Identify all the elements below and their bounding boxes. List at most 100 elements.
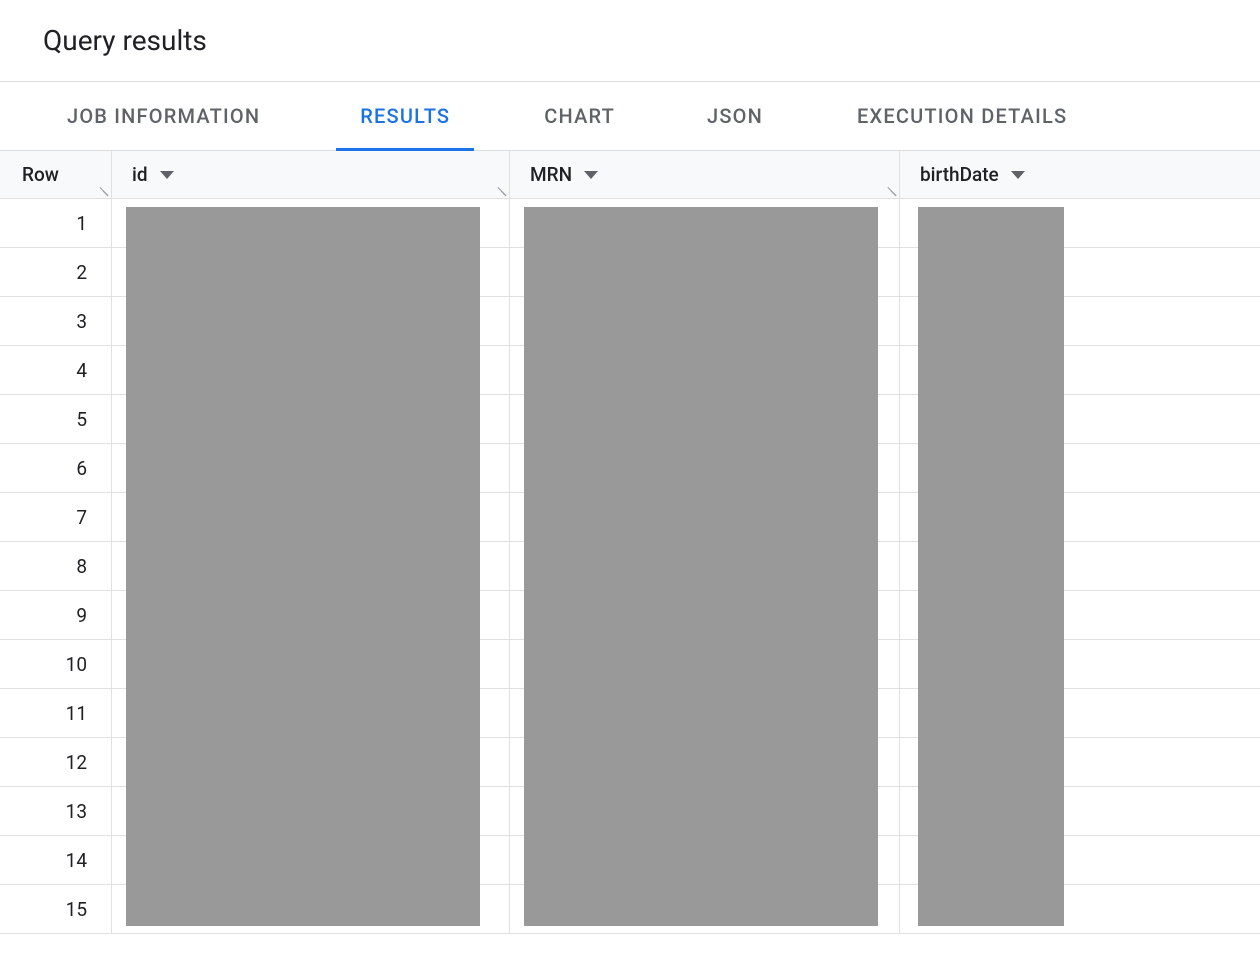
table-body: 123456789101112131415	[0, 199, 1260, 934]
birthdate-cell	[900, 199, 1260, 247]
birthdate-cell	[900, 738, 1260, 786]
row-number-cell: 3	[0, 297, 112, 345]
row-number-cell: 6	[0, 444, 112, 492]
table-row[interactable]: 9	[0, 591, 1260, 640]
mrn-cell	[510, 738, 900, 786]
mrn-cell	[510, 836, 900, 884]
table-row[interactable]: 5	[0, 395, 1260, 444]
page-title: Query results	[43, 24, 1260, 57]
id-cell	[112, 738, 510, 786]
row-number-cell: 11	[0, 689, 112, 737]
resize-handle-icon	[884, 184, 896, 196]
mrn-cell	[510, 297, 900, 345]
row-number-cell: 13	[0, 787, 112, 835]
row-number-cell: 4	[0, 346, 112, 394]
column-header-row[interactable]: Row	[0, 151, 112, 198]
id-cell	[112, 689, 510, 737]
mrn-cell	[510, 248, 900, 296]
birthdate-cell	[900, 346, 1260, 394]
birthdate-cell	[900, 444, 1260, 492]
tab-job-information[interactable]: JOB INFORMATION	[43, 82, 284, 150]
chevron-down-icon	[584, 171, 598, 179]
tab-json[interactable]: JSON	[683, 82, 787, 150]
table-row[interactable]: 3	[0, 297, 1260, 346]
id-cell	[112, 787, 510, 835]
column-header-birthdate[interactable]: birthDate	[900, 151, 1260, 198]
table-row[interactable]: 13	[0, 787, 1260, 836]
column-header-birthdate-label: birthDate	[920, 163, 999, 186]
mrn-cell	[510, 640, 900, 688]
table-header-row: Row id MRN birthDate	[0, 151, 1260, 199]
column-header-mrn-label: MRN	[530, 163, 572, 186]
mrn-cell	[510, 787, 900, 835]
row-number-cell: 2	[0, 248, 112, 296]
birthdate-cell	[900, 787, 1260, 835]
column-header-row-label: Row	[22, 163, 59, 186]
birthdate-cell	[900, 493, 1260, 541]
column-header-id-label: id	[132, 163, 148, 186]
column-header-mrn[interactable]: MRN	[510, 151, 900, 198]
mrn-cell	[510, 493, 900, 541]
birthdate-cell	[900, 640, 1260, 688]
table-row[interactable]: 11	[0, 689, 1260, 738]
table-row[interactable]: 14	[0, 836, 1260, 885]
table-row[interactable]: 7	[0, 493, 1260, 542]
id-cell	[112, 542, 510, 590]
row-number-cell: 8	[0, 542, 112, 590]
id-cell	[112, 885, 510, 933]
chevron-down-icon	[1011, 171, 1025, 179]
column-header-id[interactable]: id	[112, 151, 510, 198]
table-row[interactable]: 15	[0, 885, 1260, 934]
mrn-cell	[510, 444, 900, 492]
table-row[interactable]: 6	[0, 444, 1260, 493]
id-cell	[112, 248, 510, 296]
id-cell	[112, 444, 510, 492]
header: Query results	[0, 0, 1260, 81]
mrn-cell	[510, 346, 900, 394]
mrn-cell	[510, 542, 900, 590]
chevron-down-icon	[160, 171, 174, 179]
id-cell	[112, 395, 510, 443]
birthdate-cell	[900, 689, 1260, 737]
mrn-cell	[510, 395, 900, 443]
table-row[interactable]: 2	[0, 248, 1260, 297]
row-number-cell: 15	[0, 885, 112, 933]
tab-results[interactable]: RESULTS	[336, 82, 474, 150]
table-row[interactable]: 1	[0, 199, 1260, 248]
table-row[interactable]: 10	[0, 640, 1260, 689]
tab-chart[interactable]: CHART	[520, 82, 639, 150]
table-row[interactable]: 4	[0, 346, 1260, 395]
birthdate-cell	[900, 885, 1260, 933]
birthdate-cell	[900, 297, 1260, 345]
mrn-cell	[510, 591, 900, 639]
mrn-cell	[510, 199, 900, 247]
resize-handle-icon	[96, 184, 108, 196]
mrn-cell	[510, 689, 900, 737]
row-number-cell: 14	[0, 836, 112, 884]
row-number-cell: 1	[0, 199, 112, 247]
results-table: Row id MRN birthDate 1234567891011121314…	[0, 151, 1260, 934]
id-cell	[112, 591, 510, 639]
birthdate-cell	[900, 395, 1260, 443]
mrn-cell	[510, 885, 900, 933]
table-row[interactable]: 12	[0, 738, 1260, 787]
row-number-cell: 5	[0, 395, 112, 443]
id-cell	[112, 493, 510, 541]
resize-handle-icon	[494, 184, 506, 196]
id-cell	[112, 640, 510, 688]
row-number-cell: 10	[0, 640, 112, 688]
id-cell	[112, 836, 510, 884]
birthdate-cell	[900, 248, 1260, 296]
id-cell	[112, 297, 510, 345]
tabs: JOB INFORMATION RESULTS CHART JSON EXECU…	[0, 81, 1260, 151]
row-number-cell: 7	[0, 493, 112, 541]
id-cell	[112, 199, 510, 247]
birthdate-cell	[900, 542, 1260, 590]
table-row[interactable]: 8	[0, 542, 1260, 591]
row-number-cell: 12	[0, 738, 112, 786]
birthdate-cell	[900, 836, 1260, 884]
birthdate-cell	[900, 591, 1260, 639]
row-number-cell: 9	[0, 591, 112, 639]
id-cell	[112, 346, 510, 394]
tab-execution-details[interactable]: EXECUTION DETAILS	[833, 82, 1091, 150]
